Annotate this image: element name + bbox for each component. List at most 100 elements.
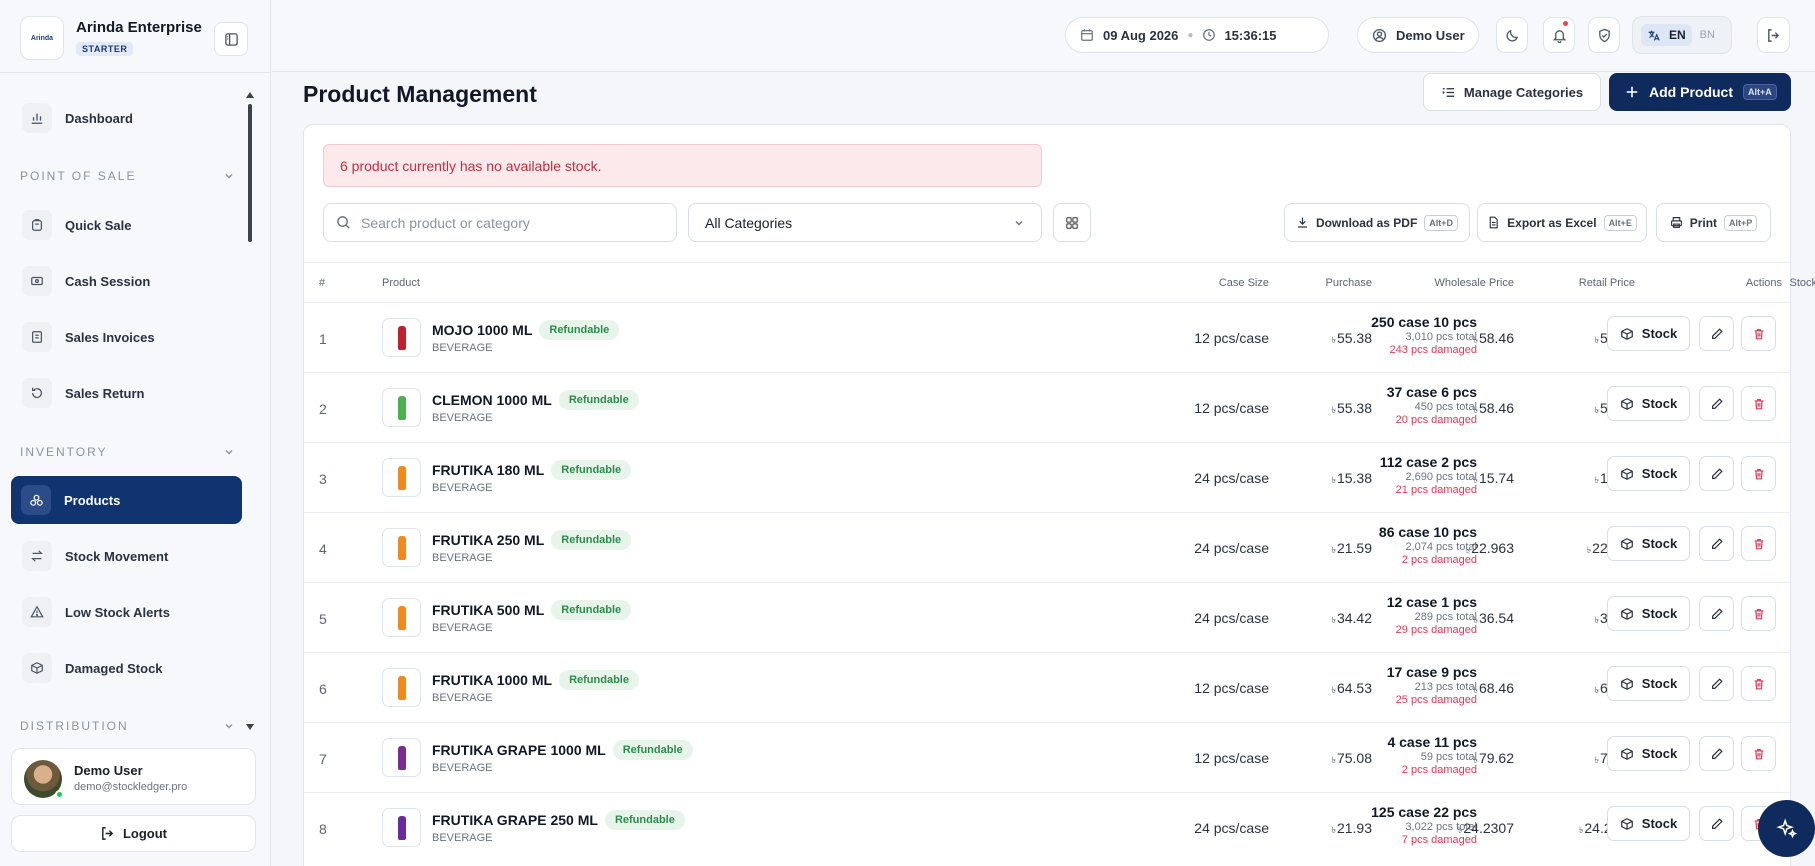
delete-button[interactable] — [1741, 316, 1776, 351]
table-row: 3 FRUTIKA 180 ML Refundable BEVERAGE 24 pcs/… — [304, 442, 1790, 512]
user-card[interactable]: Demo User demo@stockledger.pro — [11, 748, 256, 805]
user-menu-button[interactable]: Demo User — [1357, 17, 1479, 53]
delete-button[interactable] — [1741, 526, 1776, 561]
box-icon — [1620, 817, 1633, 830]
section-point-of-sale[interactable]: POINT OF SALE — [20, 169, 235, 183]
notifications-button[interactable] — [1543, 17, 1575, 53]
edit-button[interactable] — [1699, 316, 1734, 351]
grid-icon — [1066, 216, 1078, 229]
edit-button[interactable] — [1699, 526, 1734, 561]
column-header-stock: Stock — [1789, 277, 1815, 289]
edit-button[interactable] — [1699, 806, 1734, 841]
sidebar-toggle-button[interactable] — [214, 22, 248, 56]
stock-button[interactable]: Stock — [1607, 596, 1690, 631]
sidebar-item-quick-sale[interactable]: Quick Sale — [12, 201, 242, 249]
stock-total: 2,074 pcs total — [1405, 541, 1477, 553]
delete-button[interactable] — [1741, 456, 1776, 491]
delete-button[interactable] — [1741, 736, 1776, 771]
sidebar-item-label: Stock Movement — [65, 548, 169, 564]
edit-button[interactable] — [1699, 596, 1734, 631]
sidebar-item-cash-session[interactable]: Cash Session — [12, 257, 242, 305]
delete-button[interactable] — [1741, 386, 1776, 421]
chevron-down-icon — [225, 449, 233, 455]
download-pdf-label: Download as PDF — [1315, 215, 1418, 230]
scroll-down-arrow-icon[interactable] — [246, 724, 254, 730]
edit-button[interactable] — [1699, 386, 1734, 421]
logout-button[interactable]: Logout — [11, 815, 256, 852]
stock-button[interactable]: Stock — [1607, 386, 1690, 421]
ai-assistant-button[interactable] — [1758, 800, 1815, 857]
product-thumbnail — [382, 458, 421, 497]
file-icon — [1489, 216, 1498, 229]
product-name: FRUTIKA 500 ML — [432, 602, 545, 618]
stock-button[interactable]: Stock — [1607, 666, 1690, 701]
edit-button[interactable] — [1699, 736, 1734, 771]
stock-damaged: 7 pcs damaged — [1401, 834, 1477, 846]
sidebar-item-label: Quick Sale — [65, 217, 132, 233]
add-product-button[interactable]: Add Product Alt+A — [1609, 73, 1791, 111]
table-row: 4 FRUTIKA 250 ML Refundable BEVERAGE 24 pcs/… — [304, 512, 1790, 582]
delete-button[interactable] — [1741, 666, 1776, 701]
product-name-cell: FRUTIKA GRAPE 250 ML Refundable — [432, 810, 685, 830]
sidebar: Arinda Arinda Enterprise STARTER Dashboa… — [0, 0, 271, 866]
sidebar-item-low-stock-alerts[interactable]: Low Stock Alerts — [12, 588, 242, 636]
language-option-en[interactable]: EN — [1641, 24, 1692, 46]
stock-button[interactable]: Stock — [1607, 316, 1690, 351]
section-inventory[interactable]: INVENTORY — [20, 445, 235, 459]
language-switcher[interactable]: EN BN — [1632, 16, 1732, 54]
stock-damaged: 2 pcs damaged — [1401, 764, 1477, 776]
product-category: BEVERAGE — [432, 342, 493, 354]
sidebar-item-sales-invoices[interactable]: Sales Invoices — [12, 313, 242, 361]
refundable-badge: Refundable — [559, 670, 639, 690]
shortcut-badge: Alt+A — [1743, 84, 1777, 100]
product-category: BEVERAGE — [432, 412, 493, 424]
scroll-up-arrow-icon[interactable] — [246, 92, 254, 98]
sidebar-item-dashboard[interactable]: Dashboard — [12, 94, 242, 142]
sidebar-item-products[interactable]: Products — [11, 476, 242, 524]
box-icon — [22, 653, 52, 683]
exit-button[interactable] — [1757, 17, 1790, 53]
security-button[interactable] — [1588, 17, 1620, 53]
stock-button[interactable]: Stock — [1607, 806, 1690, 841]
stock-button[interactable]: Stock — [1607, 456, 1690, 491]
sidebar-scrollbar[interactable] — [248, 104, 252, 242]
sidebar-item-stock-movement[interactable]: Stock Movement — [12, 532, 242, 580]
theme-toggle-button[interactable] — [1496, 17, 1528, 53]
page-title: Product Management — [303, 81, 537, 107]
manage-categories-button[interactable]: Manage Categories — [1423, 73, 1601, 111]
grid-view-button[interactable] — [1053, 203, 1091, 242]
cart-icon — [22, 210, 52, 240]
edit-button[interactable] — [1699, 666, 1734, 701]
stock-cell: 86 case 10 pcs 2,074 pcs total 2 pcs damag… — [1155, 524, 1477, 566]
sidebar-item-label: Dashboard — [65, 110, 133, 126]
export-excel-button[interactable]: Export as Excel Alt+E — [1477, 203, 1647, 242]
search-input[interactable] — [361, 214, 651, 231]
stock-button[interactable]: Stock — [1607, 526, 1690, 561]
trash-icon — [1754, 468, 1763, 479]
moon-icon — [1506, 29, 1518, 41]
sidebar-item-sales-return[interactable]: Sales Return — [12, 369, 242, 417]
bottle-image — [397, 535, 406, 560]
print-button[interactable]: Print Alt+P — [1656, 203, 1771, 242]
box-icon — [1620, 747, 1633, 760]
stock-button[interactable]: Stock — [1607, 736, 1690, 771]
brand-name: Arinda Enterprise — [76, 19, 202, 36]
product-name: FRUTIKA 250 ML — [432, 532, 545, 548]
language-option-bn[interactable]: BN — [1700, 29, 1715, 41]
delete-button[interactable] — [1741, 596, 1776, 631]
stock-damaged: 2 pcs damaged — [1401, 554, 1477, 566]
bottle-image — [397, 325, 406, 350]
trash-icon — [1754, 328, 1763, 339]
currency-symbol: ৳ — [1594, 335, 1599, 345]
edit-button[interactable] — [1699, 456, 1734, 491]
section-label: POINT OF SALE — [20, 169, 137, 183]
product-name-cell: FRUTIKA 180 ML Refundable — [432, 460, 632, 480]
translate-icon — [1648, 30, 1660, 41]
search-field[interactable] — [323, 203, 677, 242]
category-select[interactable]: All Categories — [688, 203, 1042, 242]
sidebar-item-damaged-stock[interactable]: Damaged Stock — [12, 644, 242, 692]
cash-icon — [22, 266, 52, 296]
section-distribution[interactable]: DISTRIBUTION — [20, 719, 235, 733]
refundable-badge: Refundable — [558, 390, 639, 410]
download-pdf-button[interactable]: Download as PDF Alt+D — [1284, 203, 1470, 242]
